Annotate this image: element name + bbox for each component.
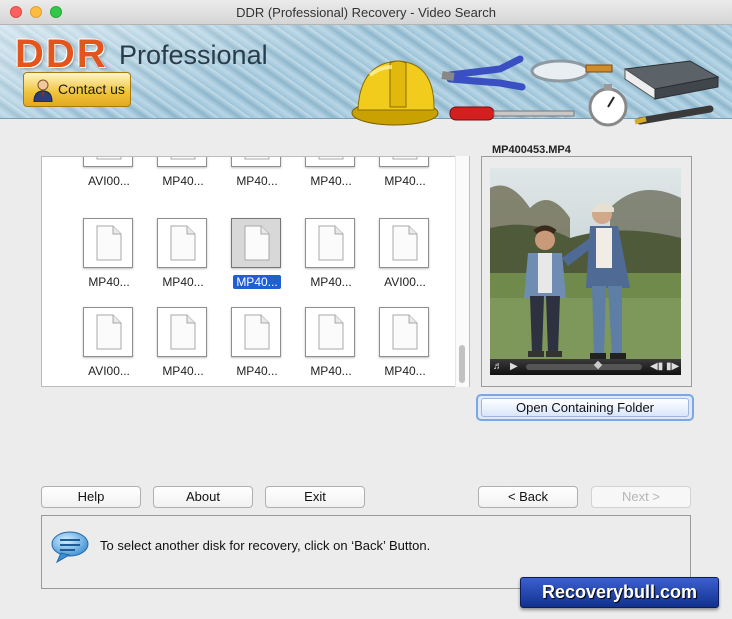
logo-professional: Professional (119, 40, 268, 70)
file-name: MP40... (88, 275, 130, 289)
file-name: MP40... (384, 364, 426, 378)
hard-hat-icon (351, 60, 439, 126)
file-name: MP40... (384, 174, 426, 188)
document-icon (392, 157, 418, 160)
logo-ddr: DDR (15, 32, 108, 76)
pliers-icon (441, 55, 526, 91)
video-seek-bar[interactable] (526, 364, 642, 370)
video-frame-image (490, 168, 681, 359)
file-item[interactable]: MP40... (74, 218, 144, 300)
help-button[interactable]: Help (41, 486, 141, 508)
file-thumbnail (379, 157, 429, 167)
file-thumbnail (231, 307, 281, 357)
file-item[interactable]: MP40... (148, 218, 218, 300)
next-button[interactable]: Next > (591, 486, 691, 508)
contact-person-icon (33, 79, 53, 102)
document-icon (244, 314, 270, 350)
document-icon (96, 225, 122, 261)
file-thumbnail (157, 157, 207, 167)
document-icon (392, 314, 418, 350)
preview-file-name: MP400453.MP4 (488, 144, 575, 156)
volume-icon[interactable]: ♬ (493, 361, 503, 373)
file-name: MP40... (222, 275, 292, 290)
document-icon (170, 157, 196, 160)
document-icon (170, 314, 196, 350)
document-icon (318, 157, 344, 160)
screwdriver-icon (449, 106, 575, 121)
file-item[interactable]: MP40... (222, 218, 292, 300)
file-thumbnail (157, 218, 207, 268)
document-icon (318, 314, 344, 350)
file-name: MP40... (162, 174, 204, 188)
book-icon (623, 60, 720, 100)
file-name: AVI00... (88, 364, 130, 378)
file-item[interactable]: MP40... (296, 218, 366, 300)
file-item[interactable]: MP40... (370, 157, 440, 199)
pen-icon (634, 105, 714, 125)
contact-us-label: Contact us (58, 81, 125, 97)
document-icon (96, 314, 122, 350)
file-name: MP40... (310, 364, 352, 378)
speech-bubble-icon (51, 531, 89, 564)
about-button[interactable]: About (153, 486, 253, 508)
file-item[interactable]: AVI00... (74, 307, 144, 386)
file-grid[interactable]: AVI00... MP40... MP40... MP40... MP40... MP40… (41, 156, 470, 387)
file-item[interactable]: MP40... (370, 307, 440, 386)
open-containing-folder-button[interactable]: Open Containing Folder (476, 394, 694, 421)
file-name: MP40... (236, 364, 278, 378)
file-name: MP40... (310, 174, 352, 188)
contact-us-button[interactable]: Contact us (23, 72, 131, 107)
fast-forward-icon[interactable]: ▮▶ (666, 361, 679, 373)
file-item[interactable]: AVI00... (370, 218, 440, 300)
file-item[interactable]: MP40... (222, 157, 292, 199)
file-name: MP40... (162, 275, 204, 289)
file-grid-scroll-thumb[interactable] (459, 345, 465, 383)
play-icon[interactable]: ▶ (510, 361, 518, 373)
file-thumbnail (83, 307, 133, 357)
document-icon (170, 225, 196, 261)
file-thumbnail (305, 218, 355, 268)
file-thumbnail (231, 218, 281, 268)
tools-illustration (351, 55, 720, 127)
document-icon (244, 225, 270, 261)
document-icon (244, 157, 270, 160)
file-thumbnail (83, 157, 133, 167)
file-item[interactable]: MP40... (148, 157, 218, 199)
exit-button[interactable]: Exit (265, 486, 365, 508)
file-item[interactable]: MP40... (148, 307, 218, 386)
window-title: DDR (Professional) Recovery - Video Sear… (236, 5, 496, 20)
file-item[interactable]: AVI00... (74, 157, 144, 199)
file-item[interactable]: MP40... (296, 307, 366, 386)
file-item[interactable]: MP40... (296, 157, 366, 199)
file-name: MP40... (310, 275, 352, 289)
file-thumbnail (83, 218, 133, 268)
video-preview[interactable] (490, 168, 681, 359)
file-item[interactable]: MP40... (222, 307, 292, 386)
document-icon (392, 225, 418, 261)
file-thumbnail (379, 218, 429, 268)
file-name: MP40... (162, 364, 204, 378)
document-icon (96, 157, 122, 160)
file-thumbnail (379, 307, 429, 357)
open-containing-folder-label: Open Containing Folder (481, 398, 689, 417)
file-thumbnail (305, 307, 355, 357)
file-name: AVI00... (88, 174, 130, 188)
video-controls: ♬ ▶ ◀▮ ▮▶ (490, 359, 681, 375)
magnifier-icon (530, 59, 613, 83)
file-thumbnail (157, 307, 207, 357)
file-thumbnail (231, 157, 281, 167)
title-bar: DDR (Professional) Recovery - Video Sear… (0, 0, 732, 25)
info-message: To select another disk for recovery, cli… (100, 538, 431, 553)
document-icon (318, 225, 344, 261)
file-thumbnail (305, 157, 355, 167)
rewind-icon[interactable]: ◀▮ (650, 361, 663, 373)
file-name: MP40... (236, 174, 278, 188)
back-button[interactable]: < Back (478, 486, 578, 508)
stopwatch-icon (588, 84, 628, 127)
brand-badge: Recoverybull.com (520, 577, 719, 608)
file-name: AVI00... (384, 275, 426, 289)
